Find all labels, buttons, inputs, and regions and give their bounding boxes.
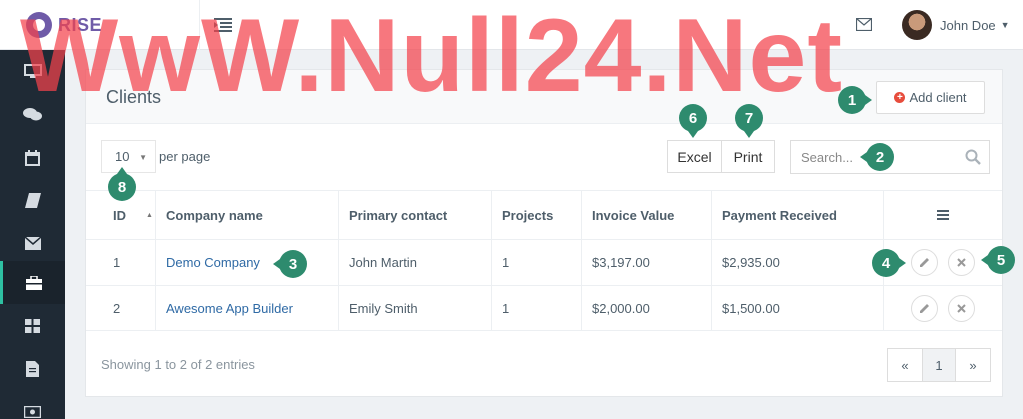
cell-payment: $1,500.00 bbox=[712, 286, 884, 330]
sidebar-item-notes[interactable] bbox=[0, 179, 65, 222]
chat-icon bbox=[23, 108, 42, 121]
delete-button[interactable] bbox=[948, 249, 975, 276]
clients-panel: Clients + Add client 10 ▼ per page Excel… bbox=[85, 69, 1003, 397]
company-link[interactable]: Awesome App Builder bbox=[156, 286, 339, 330]
column-header-projects[interactable]: Projects bbox=[492, 191, 582, 239]
file-icon bbox=[26, 360, 39, 377]
chevron-down-icon: ▼ bbox=[139, 153, 147, 162]
top-bar: RISE John Doe ▼ bbox=[0, 0, 1023, 50]
callout-badge: 3 bbox=[273, 250, 307, 278]
pagination-info: Showing 1 to 2 of 2 entries bbox=[101, 357, 255, 372]
callout-badge: 5 bbox=[981, 246, 1015, 274]
per-page-label: per page bbox=[159, 149, 211, 164]
monitor-icon bbox=[23, 64, 42, 78]
edit-button[interactable] bbox=[911, 249, 938, 276]
column-header-payment[interactable]: Payment Received bbox=[712, 191, 884, 239]
next-page-button[interactable]: » bbox=[956, 349, 990, 381]
clients-table: ID ▲ Company name Primary contact Project… bbox=[86, 190, 1002, 331]
search-icon[interactable] bbox=[965, 149, 981, 165]
callout-badge: 8 bbox=[108, 167, 136, 201]
cell-invoice: $3,197.00 bbox=[582, 240, 712, 285]
chevron-down-icon: ▼ bbox=[1000, 20, 1010, 30]
menu-icon bbox=[937, 210, 949, 220]
excel-button[interactable]: Excel bbox=[667, 140, 722, 173]
cell-id: 2 bbox=[86, 286, 156, 330]
callout-badge: 7 bbox=[735, 104, 763, 138]
callout-badge: 6 bbox=[679, 104, 707, 138]
page-title: Clients bbox=[106, 87, 162, 107]
plus-circle-icon: + bbox=[894, 92, 906, 103]
add-client-label: Add client bbox=[909, 90, 967, 105]
callout-badge: 1 bbox=[838, 86, 872, 114]
sidebar-item-files[interactable] bbox=[0, 347, 65, 390]
cell-projects: 1 bbox=[492, 240, 582, 285]
sidebar-item-dashboard[interactable] bbox=[0, 50, 65, 93]
cell-projects: 1 bbox=[492, 286, 582, 330]
brand-name: RISE bbox=[58, 14, 103, 35]
cell-contact: Emily Smith bbox=[339, 286, 492, 330]
close-icon bbox=[957, 303, 966, 313]
table-header-row: ID ▲ Company name Primary contact Project… bbox=[86, 190, 1002, 239]
sort-asc-icon: ▲ bbox=[146, 211, 153, 219]
user-name: John Doe bbox=[940, 17, 996, 33]
cell-id: 1 bbox=[86, 240, 156, 285]
brand[interactable]: RISE bbox=[0, 0, 200, 50]
company-link[interactable]: Demo Company bbox=[156, 240, 339, 285]
user-menu[interactable]: John Doe ▼ bbox=[902, 10, 1010, 40]
edit-button[interactable] bbox=[911, 294, 938, 322]
page-button[interactable]: 1 bbox=[922, 349, 956, 381]
column-header-invoice[interactable]: Invoice Value bbox=[582, 191, 712, 239]
column-visibility-menu[interactable] bbox=[884, 191, 1002, 239]
logo-icon bbox=[26, 12, 52, 38]
grid-icon bbox=[25, 318, 40, 333]
table-row: 2 Awesome App Builder Emily Smith 1 $2,0… bbox=[86, 285, 1002, 331]
callout-badge: 4 bbox=[872, 249, 906, 277]
sidebar-item-payments[interactable] bbox=[0, 390, 65, 419]
money-icon bbox=[24, 405, 41, 418]
calendar-icon bbox=[25, 149, 40, 166]
table-row: 1 Demo Company John Martin 1 $3,197.00 $… bbox=[86, 239, 1002, 285]
delete-button[interactable] bbox=[948, 294, 975, 322]
pagination: « 1 » bbox=[887, 348, 991, 382]
per-page-select[interactable]: 10 ▼ bbox=[101, 140, 156, 173]
per-page-value: 10 bbox=[115, 149, 130, 164]
avatar bbox=[902, 10, 932, 40]
sidebar-item-messages[interactable] bbox=[0, 93, 65, 136]
callout-badge: 2 bbox=[860, 143, 894, 171]
print-button[interactable]: Print bbox=[721, 140, 775, 173]
book-icon bbox=[24, 193, 41, 208]
add-client-button[interactable]: + Add client bbox=[876, 81, 985, 114]
briefcase-icon bbox=[26, 275, 42, 290]
pencil-icon bbox=[920, 303, 929, 313]
sidebar bbox=[0, 50, 65, 419]
close-icon bbox=[957, 258, 966, 267]
sidebar-item-dashboard-grid[interactable] bbox=[0, 304, 65, 347]
messages-icon[interactable] bbox=[856, 18, 872, 31]
cell-payment: $2,935.00 bbox=[712, 240, 884, 285]
menu-toggle-icon[interactable] bbox=[214, 17, 232, 33]
row-actions bbox=[884, 286, 1002, 330]
column-header-contact[interactable]: Primary contact bbox=[339, 191, 492, 239]
cell-invoice: $2,000.00 bbox=[582, 286, 712, 330]
sidebar-item-events[interactable] bbox=[0, 136, 65, 179]
mail-icon bbox=[24, 237, 41, 250]
previous-page-button[interactable]: « bbox=[888, 349, 922, 381]
column-header-company[interactable]: Company name bbox=[156, 191, 339, 239]
sidebar-item-clients[interactable] bbox=[0, 261, 65, 304]
pencil-icon bbox=[920, 258, 929, 267]
sidebar-item-email[interactable] bbox=[0, 222, 65, 265]
cell-contact: John Martin bbox=[339, 240, 492, 285]
